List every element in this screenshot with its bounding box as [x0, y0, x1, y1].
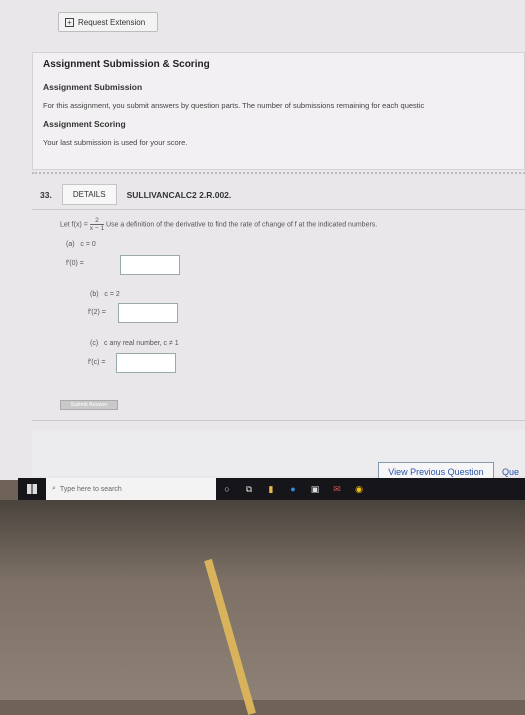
- part-c-answer-label: f′(c) =: [88, 359, 106, 366]
- part-a-label: (a): [66, 241, 75, 248]
- taskbar-search-input[interactable]: ⌕ Type here to search: [46, 478, 216, 500]
- prompt-prefix: Let f(x) =: [60, 221, 88, 229]
- part-a-value: c = 0: [80, 241, 96, 248]
- scoring-heading: Assignment Scoring: [43, 119, 126, 129]
- submission-text: For this assignment, you submit answers …: [43, 101, 425, 110]
- submission-heading: Assignment Submission: [43, 82, 143, 92]
- question-header: 33. DETAILS SULLIVANCALC2 2.R.002.: [32, 180, 525, 210]
- request-extension-button[interactable]: + Request Extension: [58, 12, 158, 32]
- part-a-answer-input[interactable]: [120, 255, 180, 275]
- function-fraction: 2 x − 1: [89, 217, 105, 232]
- part-c-condition: (c) c any real number, c ≠ 1: [90, 340, 179, 347]
- request-extension-label: Request Extension: [78, 17, 146, 27]
- search-placeholder: Type here to search: [59, 485, 122, 493]
- part-b-label: (b): [90, 291, 99, 298]
- part-c-value: c any real number, c ≠ 1: [104, 340, 179, 347]
- search-icon: ⌕: [52, 485, 56, 492]
- prompt-suffix: Use a definition of the derivative to fi…: [106, 221, 378, 229]
- submission-scoring-panel: Assignment Submission & Scoring Assignme…: [32, 52, 525, 170]
- details-button[interactable]: DETAILS: [61, 184, 117, 205]
- part-b-answer-label: f′(2) =: [88, 309, 106, 316]
- task-view-icon[interactable]: ⧉: [238, 478, 260, 500]
- scoring-text: Your last submission is used for your sc…: [43, 138, 188, 147]
- footer-divider: [32, 420, 525, 421]
- part-a-condition: (a) c = 0: [66, 241, 96, 248]
- file-explorer-icon[interactable]: ▮: [260, 478, 282, 500]
- windows-start-icon[interactable]: [18, 478, 46, 500]
- part-c-answer-input[interactable]: [116, 353, 176, 373]
- part-b-condition: (b) c = 2: [90, 291, 120, 298]
- panel-title: Assignment Submission & Scoring: [43, 59, 210, 70]
- cortana-icon[interactable]: ○: [216, 478, 238, 500]
- question-code: SULLIVANCALC2 2.R.002.: [126, 189, 232, 200]
- mail-icon[interactable]: ✉: [326, 478, 348, 500]
- part-b-value: c = 2: [104, 291, 120, 298]
- desk-background: [0, 500, 525, 700]
- question-number: 33.: [40, 189, 52, 200]
- next-question-link[interactable]: Que: [502, 467, 519, 477]
- submit-answer-button[interactable]: Submit Answer: [60, 400, 118, 410]
- chrome-icon[interactable]: ◉: [348, 478, 370, 500]
- section-divider: [32, 172, 525, 174]
- fraction-numerator: 2: [89, 217, 105, 225]
- edge-browser-icon[interactable]: ●: [282, 478, 304, 500]
- part-c-label: (c): [90, 340, 99, 347]
- windows-taskbar: ⌕ Type here to search ○ ⧉ ▮ ● ▣ ✉ ◉: [18, 478, 525, 500]
- fraction-denominator: x − 1: [89, 225, 105, 232]
- store-icon[interactable]: ▣: [304, 478, 326, 500]
- browser-screen: + Request Extension Assignment Submissio…: [0, 0, 525, 482]
- part-b-answer-input[interactable]: [118, 303, 178, 323]
- plus-icon: +: [65, 17, 74, 27]
- question-prompt: Let f(x) = 2 x − 1 Use a definition of t…: [60, 217, 377, 232]
- part-a-answer-label: f′(0) =: [66, 260, 84, 267]
